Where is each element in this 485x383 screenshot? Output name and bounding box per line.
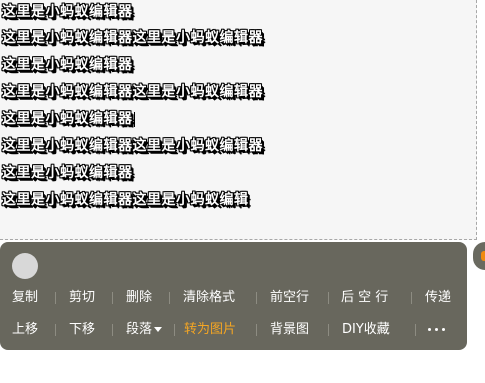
move-down-button[interactable]: 下移 bbox=[69, 320, 95, 340]
circle-icon[interactable] bbox=[12, 253, 38, 279]
convert-to-image-button[interactable]: 转为图片 bbox=[184, 320, 236, 340]
paragraph-dropdown[interactable]: 段落 bbox=[126, 320, 163, 340]
divider bbox=[174, 324, 175, 336]
editor-line[interactable]: 这里是小蚂蚁编辑器 bbox=[2, 53, 133, 77]
chevron-down-icon bbox=[154, 327, 163, 332]
editor-line[interactable]: 这里是小蚂蚁编辑器这里是小蚂蚁编辑 bbox=[2, 188, 249, 212]
divider bbox=[169, 292, 170, 304]
more-icon[interactable] bbox=[428, 320, 449, 340]
divider bbox=[256, 324, 257, 336]
editor-line[interactable]: 这里是小蚂蚁编辑器 bbox=[2, 0, 133, 24]
editor-line[interactable]: 这里是小蚂蚁编辑器这里是小蚂蚁编辑器 bbox=[2, 134, 263, 158]
divider bbox=[112, 292, 113, 304]
divider bbox=[55, 324, 56, 336]
toolbar-row-1: 复制 剪切 删除 清除格式 前空行 后 空 行 传递 bbox=[0, 288, 467, 308]
divider bbox=[415, 324, 416, 336]
editor-line[interactable]: 这里是小蚂蚁编辑器 bbox=[2, 161, 133, 185]
editor-line[interactable]: 这里是小蚂蚁编辑器这里是小蚂蚁编辑器 bbox=[2, 80, 263, 104]
insert-line-after-button[interactable]: 后 空 行 bbox=[341, 288, 388, 308]
text-caret bbox=[133, 111, 135, 127]
delete-button[interactable]: 删除 bbox=[126, 288, 152, 308]
divider bbox=[55, 292, 56, 304]
editor-line[interactable]: 这里是小蚂蚁编辑器这里是小蚂蚁编辑器 bbox=[2, 26, 263, 50]
divider bbox=[328, 324, 329, 336]
toolbar-row-2: 上移 下移 段落 转为图片 背景图 DIY收藏 bbox=[0, 320, 467, 340]
side-panel-handle[interactable] bbox=[473, 242, 485, 270]
pass-button[interactable]: 传递 bbox=[425, 288, 451, 308]
clear-format-button[interactable]: 清除格式 bbox=[183, 288, 235, 308]
background-image-button[interactable]: 背景图 bbox=[270, 320, 309, 340]
diy-favorites-button[interactable]: DIY收藏 bbox=[342, 320, 390, 340]
insert-line-before-button[interactable]: 前空行 bbox=[270, 288, 309, 308]
handle-dot-icon bbox=[481, 251, 485, 261]
divider bbox=[411, 292, 412, 304]
cut-button[interactable]: 剪切 bbox=[69, 288, 95, 308]
divider bbox=[256, 292, 257, 304]
editor-area[interactable]: 这里是小蚂蚁编辑器 这里是小蚂蚁编辑器这里是小蚂蚁编辑器 这里是小蚂蚁编辑器 这… bbox=[0, 0, 477, 240]
editor-line-active[interactable]: 这里是小蚂蚁编辑器 bbox=[2, 107, 135, 131]
editor-line-text: 这里是小蚂蚁编辑器 bbox=[2, 111, 133, 127]
context-toolbar: 复制 剪切 删除 清除格式 前空行 后 空 行 传递 上移 下移 段落 转为图片… bbox=[0, 242, 467, 350]
paragraph-label: 段落 bbox=[126, 322, 153, 337]
divider bbox=[112, 324, 113, 336]
copy-button[interactable]: 复制 bbox=[12, 288, 38, 308]
divider bbox=[328, 292, 329, 304]
move-up-button[interactable]: 上移 bbox=[12, 320, 38, 340]
